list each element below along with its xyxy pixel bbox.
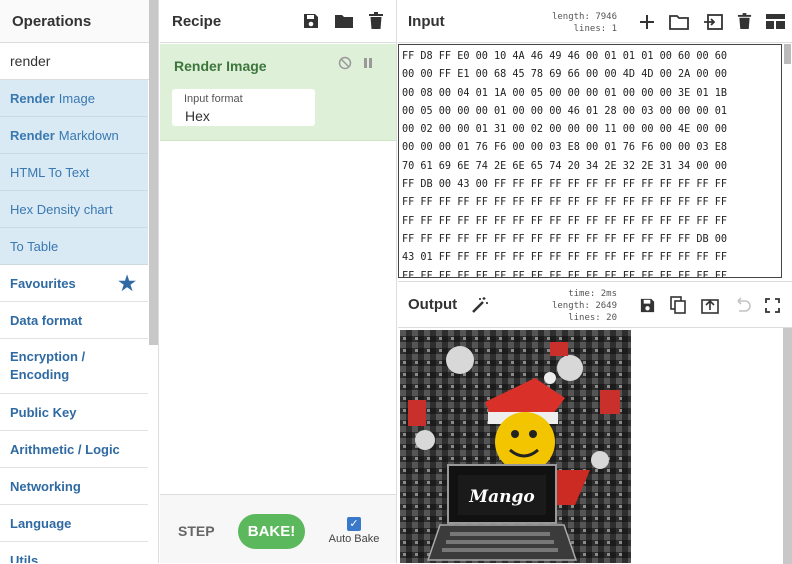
undo-icon[interactable] xyxy=(733,297,751,313)
op-render-markdown[interactable]: Render Markdown xyxy=(0,117,148,154)
category-encryption-encoding[interactable]: Encryption / Encoding xyxy=(0,339,148,394)
recipe-header: Recipe xyxy=(160,0,396,43)
time-label: time: xyxy=(568,289,596,299)
star-icon: ★ xyxy=(118,273,136,295)
length-label: length: xyxy=(551,12,590,22)
op-label: Markdown xyxy=(58,127,119,143)
hex-line: 00 00 00 01 76 F6 00 00 03 E8 00 01 76 F… xyxy=(402,142,728,154)
operations-title: Operations xyxy=(12,12,92,30)
output-stats: time: 2ms length: 2649 lines: 20 xyxy=(541,288,617,324)
op-label: Image xyxy=(58,90,95,106)
auto-bake-label: Auto Bake xyxy=(328,533,380,545)
hex-line: 00 02 00 00 01 31 00 02 00 00 00 11 00 0… xyxy=(402,124,728,136)
op-match: Render xyxy=(10,90,55,106)
category-favourites[interactable]: Favourites ★ xyxy=(0,265,148,302)
hex-line: 43 01 FF FF FF FF FF FF FF FF FF FF FF F… xyxy=(402,252,728,264)
magic-wand-icon[interactable] xyxy=(471,296,489,314)
input-format-label: Input format xyxy=(184,93,243,105)
operations-panel: Operations render Render Image Render Mark… xyxy=(0,0,159,563)
save-icon[interactable] xyxy=(639,297,656,314)
category-label: Utils xyxy=(10,552,39,564)
length-label: length: xyxy=(551,301,590,311)
add-icon[interactable] xyxy=(639,14,655,30)
layout-icon[interactable] xyxy=(766,14,785,29)
length-value: 7946 xyxy=(595,12,617,22)
operations-search-input[interactable]: render xyxy=(0,43,158,80)
category-data-format[interactable]: Data format xyxy=(0,302,148,339)
recipe-panel: Recipe Render Image Input format Hex STE… xyxy=(160,0,397,563)
time-value: 2ms xyxy=(600,289,617,299)
hex-line: FF DB 00 43 00 FF FF FF FF FF FF FF FF F… xyxy=(402,179,728,191)
output-scrollbar[interactable] xyxy=(783,328,792,564)
output-title: Output xyxy=(408,296,458,313)
op-hex-density-chart[interactable]: Hex Density chart xyxy=(0,191,148,228)
category-label: Arithmetic / Logic xyxy=(10,441,120,457)
hex-line: FF FF FF FF FF FF FF FF FF FF FF FF FF F… xyxy=(402,233,728,245)
recipe-title: Recipe xyxy=(172,12,222,30)
trash-icon[interactable] xyxy=(737,13,752,30)
category-label: Public Key xyxy=(10,404,77,420)
category-language[interactable]: Language xyxy=(0,505,148,542)
operations-header: Operations xyxy=(0,0,158,43)
output-panel: Output time: 2ms length: 2649 lines: 20 xyxy=(398,281,792,564)
hex-line: 70 61 69 6E 74 2E 6E 65 74 20 34 2E 32 2… xyxy=(402,160,728,172)
op-html-to-text[interactable]: HTML To Text xyxy=(0,154,148,191)
output-rendered-image: Mango xyxy=(400,330,631,563)
op-label: Hex Density chart xyxy=(10,201,113,217)
op-label: To Table xyxy=(10,238,59,254)
input-textarea[interactable]: FF D8 FF E0 00 10 4A 46 49 46 00 01 01 0… xyxy=(398,44,782,278)
input-scrollbar[interactable] xyxy=(784,44,791,64)
lines-value: 20 xyxy=(606,313,617,323)
hex-line: FF FF FF FF FF FF FF FF FF FF FF FF FF F… xyxy=(402,197,728,209)
op-match: Render xyxy=(10,127,55,143)
ingredient-name: Render Image xyxy=(174,58,267,74)
copy-icon[interactable] xyxy=(670,296,687,314)
bake-bar: STEP BAKE! ✓ Auto Bake xyxy=(160,494,396,563)
disable-icon[interactable] xyxy=(338,56,352,70)
input-stats: length: 7946 lines: 1 xyxy=(541,11,617,35)
recipe-ingredient-render-image[interactable]: Render Image Input format Hex xyxy=(160,44,396,141)
checkbox-icon[interactable]: ✓ xyxy=(347,517,361,531)
trash-icon[interactable] xyxy=(368,12,384,30)
lines-value: 1 xyxy=(611,24,617,34)
maximize-icon[interactable] xyxy=(765,297,780,313)
save-icon[interactable] xyxy=(302,12,320,30)
bake-button[interactable]: BAKE! xyxy=(238,514,305,549)
category-label: Data format xyxy=(10,312,83,328)
step-button[interactable]: STEP xyxy=(178,523,215,539)
input-file-icon[interactable] xyxy=(703,13,723,30)
category-utils[interactable]: Utils xyxy=(0,542,148,563)
image-caption: Mango xyxy=(468,487,534,507)
pause-icon[interactable] xyxy=(362,56,374,70)
hex-line: FF D8 FF E0 00 10 4A 46 49 46 00 01 01 0… xyxy=(402,51,728,62)
open-folder-icon[interactable] xyxy=(669,14,689,30)
operations-scrollbar[interactable] xyxy=(149,0,158,345)
category-label: Favourites xyxy=(10,275,76,291)
op-render-image[interactable]: Render Image xyxy=(0,80,148,117)
length-value: 2649 xyxy=(595,301,617,311)
category-public-key[interactable]: Public Key xyxy=(0,394,148,431)
input-format-value: Hex xyxy=(185,108,210,124)
category-arithmetic-logic[interactable]: Arithmetic / Logic xyxy=(0,431,148,468)
operations-list: Render Image Render Markdown HTML To Text … xyxy=(0,80,148,563)
input-title: Input xyxy=(408,12,445,30)
hex-line: FF FF FF FF FF FF FF FF FF FF FF FF FF F… xyxy=(402,270,728,278)
input-panel: Input length: 7946 lines: 1 FF D8 FF E0 … xyxy=(398,0,792,280)
hex-line: FF FF FF FF FF FF FF FF FF FF FF FF FF F… xyxy=(402,215,728,227)
lines-label: lines: xyxy=(573,24,607,34)
op-label: HTML To Text xyxy=(10,164,90,180)
category-networking[interactable]: Networking xyxy=(0,468,148,505)
lines-label: lines: xyxy=(568,313,601,323)
hex-line: 00 08 00 04 01 1A 00 05 00 00 00 01 00 0… xyxy=(402,87,728,99)
input-format-field[interactable]: Input format Hex xyxy=(172,89,315,126)
category-label: Encryption / Encoding xyxy=(10,349,86,382)
category-label: Language xyxy=(10,515,72,531)
category-label: Networking xyxy=(10,478,81,494)
hex-line: 00 05 00 00 00 01 00 00 00 46 01 28 00 0… xyxy=(402,105,728,117)
replace-input-icon[interactable] xyxy=(701,297,719,314)
hex-line: 00 00 FF E1 00 68 45 78 69 66 00 00 4D 4… xyxy=(402,69,728,81)
auto-bake-toggle[interactable]: ✓ Auto Bake xyxy=(328,517,380,545)
folder-icon[interactable] xyxy=(334,12,354,30)
op-to-table[interactable]: To Table xyxy=(0,228,148,265)
